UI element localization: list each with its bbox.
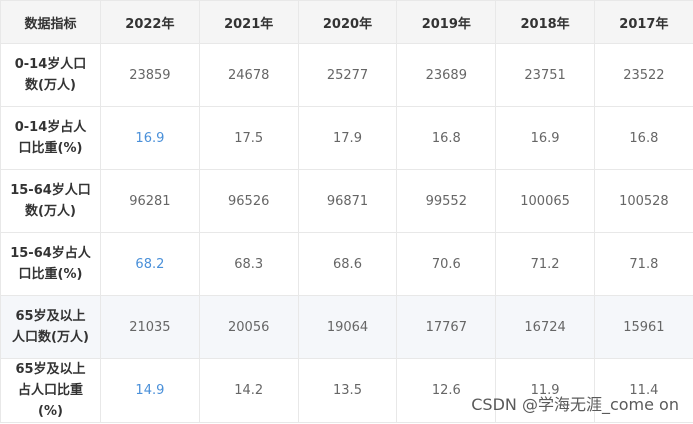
value-cell: 15961 bbox=[593, 295, 693, 359]
table-row: 0-14岁人口数(万人) 23859 24678 25277 23689 237… bbox=[0, 43, 693, 107]
value-cell: 96871 bbox=[297, 169, 398, 233]
header-year-2018[interactable]: 2018年 bbox=[495, 0, 595, 44]
value-cell: 23859 bbox=[100, 43, 200, 107]
value-cell: 71.2 bbox=[495, 232, 595, 296]
header-row: 数据指标 2022年 2021年 2020年 2019年 2018年 2017年 bbox=[0, 0, 693, 44]
value-cell: 16.9 bbox=[495, 106, 595, 170]
value-cell: 14.2 bbox=[198, 358, 299, 423]
value-cell: 20056 bbox=[198, 295, 299, 359]
csdn-watermark: CSDN @学海无涯_come on bbox=[471, 395, 679, 414]
table-body: 0-14岁人口数(万人) 23859 24678 25277 23689 237… bbox=[0, 43, 693, 423]
header-year-2020[interactable]: 2020年 bbox=[297, 0, 398, 44]
value-cell: 100528 bbox=[593, 169, 693, 233]
row-label: 0-14岁占人口比重(%) bbox=[0, 106, 101, 170]
header-indicator: 数据指标 bbox=[0, 0, 101, 44]
row-label: 0-14岁人口数(万人) bbox=[0, 43, 101, 107]
value-cell: 70.6 bbox=[396, 232, 497, 296]
value-cell: 13.5 bbox=[297, 358, 398, 423]
value-cell: 19064 bbox=[297, 295, 398, 359]
table-row: 0-14岁占人口比重(%) 16.9 17.5 17.9 16.8 16.9 1… bbox=[0, 106, 693, 170]
value-cell: 24678 bbox=[198, 43, 299, 107]
value-cell: 16.8 bbox=[593, 106, 693, 170]
value-cell: 68.3 bbox=[198, 232, 299, 296]
value-cell: 23689 bbox=[396, 43, 497, 107]
table-row: 15-64岁占人口比重(%) 68.2 68.3 68.6 70.6 71.2 … bbox=[0, 232, 693, 296]
header-year-2021[interactable]: 2021年 bbox=[198, 0, 299, 44]
value-cell: 21035 bbox=[100, 295, 200, 359]
value-cell: 17767 bbox=[396, 295, 497, 359]
value-cell: 68.6 bbox=[297, 232, 398, 296]
population-stats-table: 数据指标 2022年 2021年 2020年 2019年 2018年 2017年… bbox=[0, 0, 693, 423]
value-cell: 25277 bbox=[297, 43, 398, 107]
value-cell: 96526 bbox=[198, 169, 299, 233]
value-cell: 17.5 bbox=[198, 106, 299, 170]
header-year-2017[interactable]: 2017年 bbox=[593, 0, 693, 44]
value-cell: 16724 bbox=[495, 295, 595, 359]
value-link[interactable]: 16.9 bbox=[100, 106, 200, 170]
row-label: 15-64岁占人口比重(%) bbox=[0, 232, 101, 296]
value-cell: 17.9 bbox=[297, 106, 398, 170]
row-label: 65岁及以上人口数(万人) bbox=[0, 295, 101, 359]
value-cell: 96281 bbox=[100, 169, 200, 233]
row-label: 65岁及以上占人口比重(%) bbox=[0, 358, 101, 423]
value-link[interactable]: 68.2 bbox=[100, 232, 200, 296]
table-header: 数据指标 2022年 2021年 2020年 2019年 2018年 2017年 bbox=[0, 0, 693, 44]
value-link[interactable]: 14.9 bbox=[100, 358, 200, 423]
value-cell: 16.8 bbox=[396, 106, 497, 170]
header-year-2019[interactable]: 2019年 bbox=[396, 0, 497, 44]
value-cell: 23522 bbox=[593, 43, 693, 107]
table-row: 15-64岁人口数(万人) 96281 96526 96871 99552 10… bbox=[0, 169, 693, 233]
value-cell: 71.8 bbox=[593, 232, 693, 296]
value-cell: 100065 bbox=[495, 169, 595, 233]
value-cell: 23751 bbox=[495, 43, 595, 107]
header-year-2022[interactable]: 2022年 bbox=[100, 0, 200, 44]
value-cell: 99552 bbox=[396, 169, 497, 233]
table-row: 65岁及以上人口数(万人) 21035 20056 19064 17767 16… bbox=[0, 295, 693, 359]
row-label: 15-64岁人口数(万人) bbox=[0, 169, 101, 233]
